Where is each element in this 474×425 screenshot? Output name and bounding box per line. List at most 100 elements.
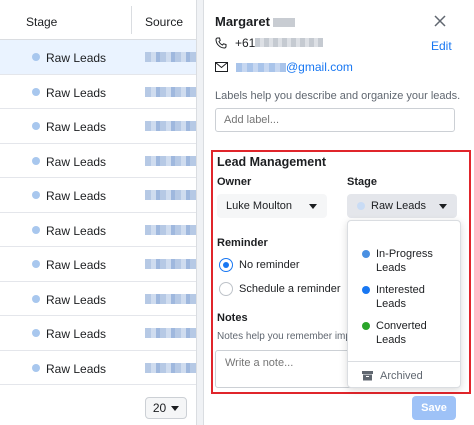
table-row[interactable]: Raw Leads: [0, 247, 196, 282]
phone-prefix: +61: [235, 36, 256, 50]
caret-down-icon: [171, 405, 180, 411]
stage-option-converted[interactable]: Converted Leads: [362, 319, 427, 347]
stage-dot-icon: [32, 329, 40, 337]
redacted-source: [145, 155, 196, 166]
row-stage: Raw Leads: [46, 327, 107, 341]
radio-no-reminder[interactable]: No reminder: [219, 258, 300, 272]
lead-detail-panel: Margaret +61 Edit @gmail.com Labels help…: [203, 0, 474, 425]
option-label-line2: Leads: [376, 334, 406, 346]
table-row[interactable]: Raw Leads: [0, 40, 196, 75]
row-stage: Raw Leads: [46, 154, 107, 169]
close-icon[interactable]: [432, 13, 448, 29]
stage-dot-icon: [32, 122, 40, 130]
column-divider: [131, 6, 132, 34]
table-row[interactable]: Raw Leads: [0, 350, 196, 385]
archived-label: Archived: [380, 370, 423, 382]
table-row[interactable]: Raw Leads: [0, 212, 196, 247]
redacted-source: [145, 259, 196, 269]
row-stage: Raw Leads: [46, 258, 107, 272]
labels-help-text: Labels help you describe and organize yo…: [215, 90, 461, 102]
redacted-email-user: [236, 62, 286, 72]
redacted-source: [145, 190, 196, 200]
stage-option-archived[interactable]: Archived: [362, 370, 423, 382]
radio-label: No reminder: [239, 259, 300, 271]
lead-management-section: Lead Management Owner Stage Luke Moulton…: [211, 150, 471, 394]
stage-dot-icon: [32, 363, 40, 372]
edit-link[interactable]: Edit: [431, 39, 452, 53]
table-row[interactable]: Raw Leads: [0, 74, 196, 109]
stage-option-interested[interactable]: Interested Leads: [362, 283, 425, 311]
email-link[interactable]: @gmail.com: [286, 60, 353, 74]
stage-dot-icon: [32, 53, 40, 61]
option-label-line1: Converted: [376, 320, 427, 332]
menu-divider: [348, 361, 460, 362]
mail-icon: [215, 62, 228, 72]
caret-down-icon: [439, 204, 447, 209]
redacted-phone: [255, 38, 324, 47]
add-label-input[interactable]: [215, 108, 455, 132]
table-body: Raw Leads Raw Leads Raw Leads Raw Leads Raw …: [0, 40, 196, 385]
notes-textarea[interactable]: [215, 350, 355, 388]
redacted-source: [145, 293, 196, 304]
stage-dot-icon: [32, 225, 40, 234]
option-label-line2: Leads: [376, 298, 406, 310]
save-button[interactable]: Save: [412, 396, 456, 420]
notes-help-text: Notes help you remember importa: [217, 331, 369, 342]
option-label-line2: Leads: [376, 262, 406, 274]
owner-select[interactable]: Luke Moulton: [217, 194, 327, 218]
column-header-stage[interactable]: Stage: [26, 15, 57, 29]
option-label-line1: In-Progress: [376, 248, 433, 260]
stage-value: Raw Leads: [371, 200, 427, 212]
table-row[interactable]: Raw Leads: [0, 281, 196, 316]
lead-management-title: Lead Management: [217, 155, 327, 169]
redacted-source: [145, 52, 196, 62]
reminder-label: Reminder: [217, 237, 268, 249]
row-stage: Raw Leads: [46, 292, 107, 307]
stage-dot-icon: [32, 260, 40, 268]
row-stage: Raw Leads: [46, 223, 107, 238]
table-row[interactable]: Raw Leads: [0, 316, 196, 351]
table-row[interactable]: Raw Leads: [0, 178, 196, 213]
stage-dot-icon: [32, 156, 40, 165]
page-size-select[interactable]: 20: [145, 397, 187, 419]
column-header-source[interactable]: Source: [145, 15, 183, 29]
stage-option-in-progress[interactable]: In-Progress Leads: [362, 247, 433, 275]
row-stage: Raw Leads: [46, 120, 107, 134]
redacted-source: [145, 362, 196, 373]
redacted-source: [145, 224, 196, 235]
stage-dot-icon: [32, 87, 40, 96]
phone-icon: [215, 37, 227, 49]
lead-name: Margaret: [215, 14, 295, 29]
row-stage: Raw Leads: [46, 361, 107, 376]
table-row[interactable]: Raw Leads: [0, 143, 196, 178]
caret-down-icon: [309, 204, 317, 209]
stage-label: Stage: [347, 176, 377, 188]
phone-row: +61: [215, 36, 324, 50]
table-header: Stage Source: [0, 0, 196, 40]
stage-dropdown-menu: In-Progress Leads Interested Leads Convert…: [347, 220, 461, 388]
row-stage: Raw Leads: [46, 51, 107, 65]
owner-value: Luke Moulton: [226, 200, 293, 212]
email-row: @gmail.com: [215, 60, 353, 74]
radio-schedule-reminder[interactable]: Schedule a reminder: [219, 282, 341, 296]
redacted-source: [145, 328, 196, 338]
leads-table: Stage Source Raw Leads Raw Leads Raw Leads…: [0, 0, 197, 425]
stage-dot-icon: [357, 202, 365, 210]
notes-label: Notes: [217, 312, 248, 324]
row-stage: Raw Leads: [46, 85, 107, 100]
converted-dot-icon: [362, 322, 370, 330]
table-row[interactable]: Raw Leads: [0, 109, 196, 144]
stage-select[interactable]: Raw Leads: [347, 194, 457, 218]
row-stage: Raw Leads: [46, 189, 107, 203]
radio-button[interactable]: [219, 282, 233, 296]
redacted-surname: [272, 18, 295, 28]
lead-first-name: Margaret: [215, 14, 270, 29]
radio-label: Schedule a reminder: [239, 283, 341, 295]
in-progress-dot-icon: [362, 250, 370, 258]
redacted-source: [145, 86, 196, 97]
stage-dot-icon: [32, 191, 40, 199]
option-label-line1: Interested: [376, 284, 425, 296]
redacted-source: [145, 121, 196, 131]
radio-button-checked[interactable]: [219, 258, 233, 272]
stage-dot-icon: [32, 294, 40, 303]
